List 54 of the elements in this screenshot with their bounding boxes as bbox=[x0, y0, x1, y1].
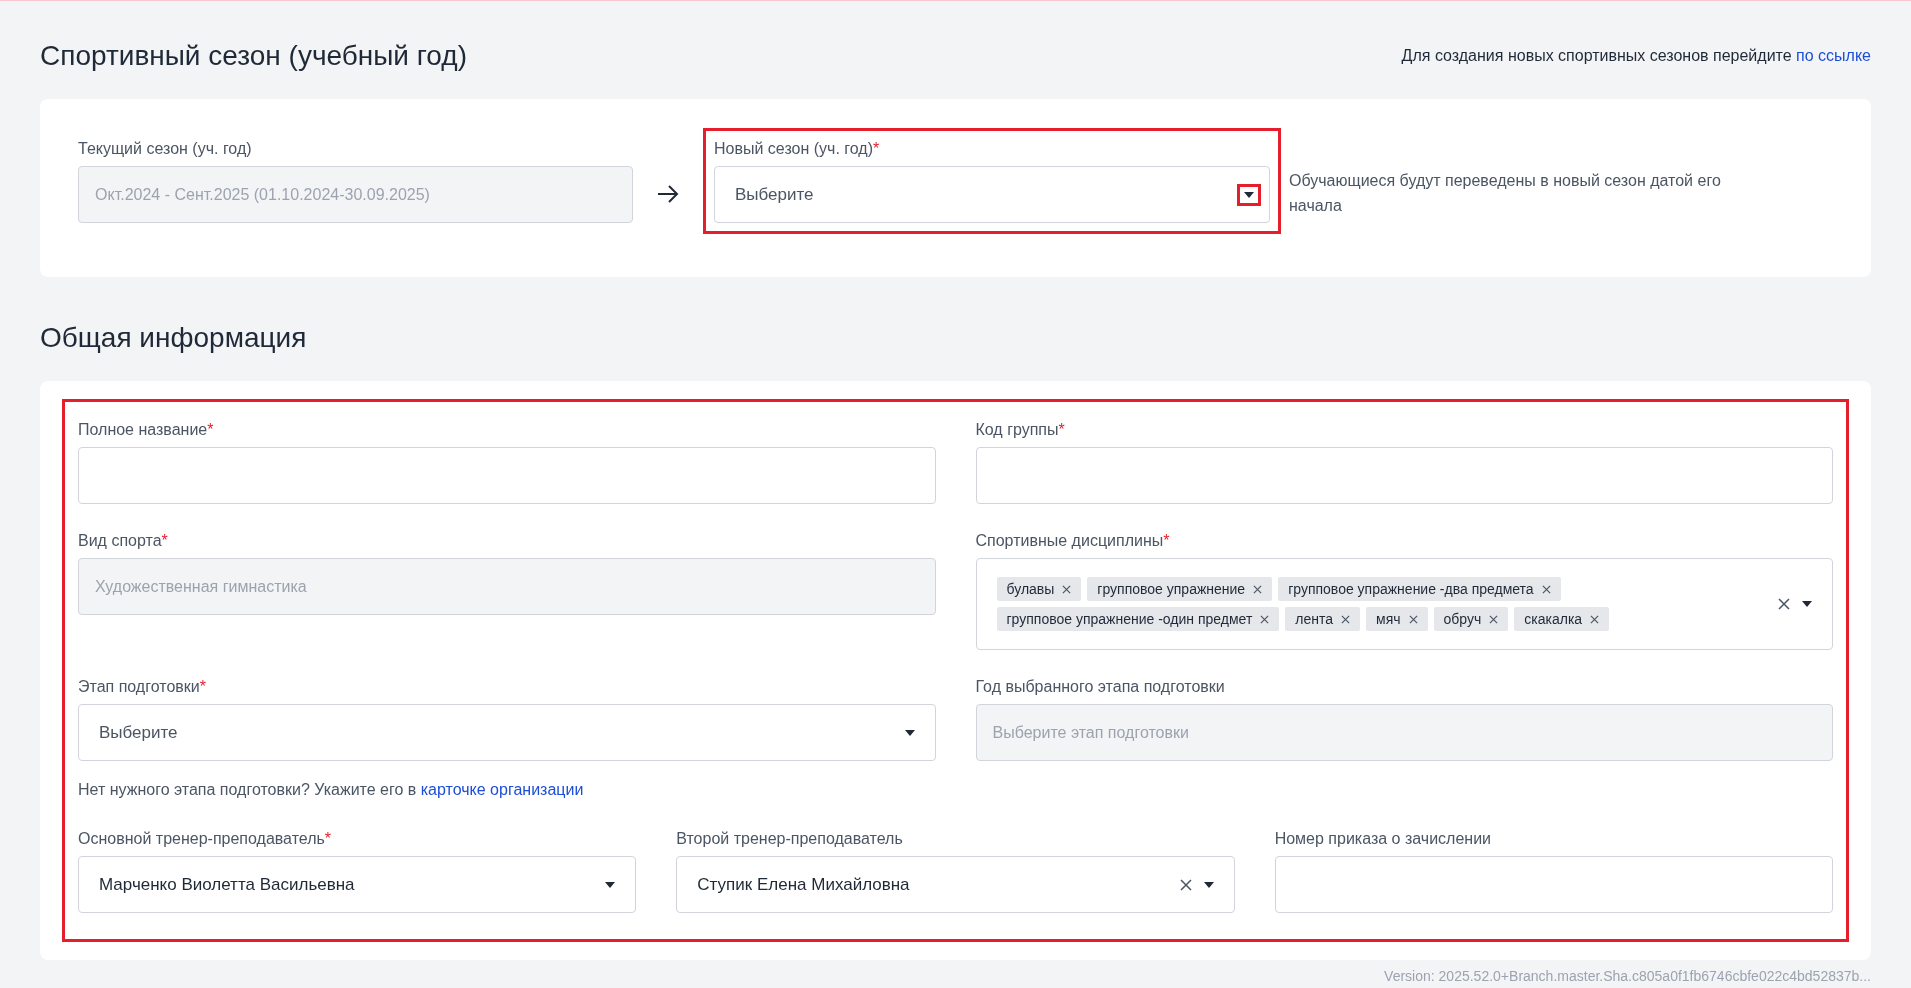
hint-text: Нет нужного этапа подготовки? Укажите его в карточке организации bbox=[78, 780, 585, 800]
section-title: Спортивный сезон (учебный год) bbox=[40, 39, 467, 73]
clear-icon[interactable] bbox=[1778, 598, 1790, 610]
remove-icon[interactable] bbox=[1590, 614, 1600, 624]
readonly-field: Окт.2024 - Сент.2025 (01.10.2024-30.09.2025) bbox=[78, 166, 633, 223]
tag-chip: булавы bbox=[996, 577, 1082, 601]
field-label: Новый сезон (уч. год)* bbox=[714, 139, 881, 159]
field-label: Второй тренер-преподаватель bbox=[676, 829, 904, 849]
remove-icon[interactable] bbox=[1408, 614, 1418, 624]
select-field[interactable]: Выберите bbox=[78, 704, 936, 761]
field-label: Вид спорта* bbox=[78, 531, 169, 551]
remove-icon[interactable] bbox=[1341, 614, 1351, 624]
select-field[interactable]: Ступик Елена Михайловна bbox=[676, 856, 1235, 913]
field-label: Основной тренер-преподаватель* bbox=[78, 829, 333, 849]
caret-icon bbox=[1244, 191, 1254, 198]
field-label: Год выбранного этапа подготовки bbox=[975, 677, 1226, 697]
caret-icon bbox=[1203, 881, 1214, 888]
tag-chip: групповое упражнение -два предмета bbox=[1278, 577, 1561, 601]
season-hint: Для создания новых спортивных сезонов перейдите по ссылке bbox=[1401, 46, 1871, 66]
remove-icon[interactable] bbox=[1260, 614, 1270, 624]
clear-icon[interactable] bbox=[1179, 878, 1192, 891]
section-title: Общая информация bbox=[40, 321, 308, 355]
caret-icon bbox=[605, 881, 616, 888]
remove-icon[interactable] bbox=[1062, 584, 1072, 594]
field-label: Этап подготовки* bbox=[78, 677, 207, 697]
tag-chip: мяч bbox=[1366, 607, 1428, 631]
caret-icon bbox=[904, 729, 915, 736]
arrow-right-icon bbox=[657, 185, 679, 203]
field-label: Полное название* bbox=[78, 420, 215, 440]
readonly-field: Художественная гимнастика bbox=[78, 558, 936, 615]
tag-chip: скакалка bbox=[1514, 607, 1610, 631]
select-field[interactable]: Марченко Виолетта Васильевна bbox=[78, 856, 637, 913]
season-note: Обучающиеся будут переведены в новый сезон датой его начала bbox=[1289, 171, 1722, 216]
text-field[interactable] bbox=[78, 447, 936, 504]
remove-icon[interactable] bbox=[1253, 584, 1263, 594]
field-label: Номер приказа о зачислении bbox=[1274, 829, 1493, 849]
tag-chip: лента bbox=[1285, 607, 1361, 631]
organization-card-link[interactable]: карточке организации bbox=[420, 781, 584, 798]
tag-chip: групповое упражнение bbox=[1087, 577, 1273, 601]
remove-icon[interactable] bbox=[1489, 614, 1499, 624]
field-label: Текущий сезон (уч. год) bbox=[78, 139, 253, 159]
caret-icon bbox=[1802, 601, 1812, 607]
tag-chip: групповое упражнение -один предмет bbox=[996, 607, 1280, 631]
season-link[interactable]: по ссылке bbox=[1796, 47, 1871, 64]
tag-chip: обруч bbox=[1433, 607, 1509, 631]
field-label: Код группы* bbox=[975, 420, 1066, 440]
readonly-field: Выберите этап подготовки bbox=[975, 704, 1833, 761]
version-text: Version: 2025.52.0+Branch.master.Sha.c805a0f1fb6746cbfe022c4bd52837b... bbox=[1384, 967, 1871, 986]
field-label: Спортивные дисциплины* bbox=[975, 531, 1171, 551]
remove-icon[interactable] bbox=[1541, 584, 1551, 594]
text-field[interactable] bbox=[975, 447, 1833, 504]
text-field[interactable] bbox=[1274, 856, 1833, 913]
select-field[interactable]: Выберите bbox=[714, 166, 1270, 223]
multi-select-field[interactable]: булавы групповое упражнение групповое упражнение -два предмета групповое упражнение -один предмет лента мяч обруч скакалка bbox=[975, 558, 1833, 650]
